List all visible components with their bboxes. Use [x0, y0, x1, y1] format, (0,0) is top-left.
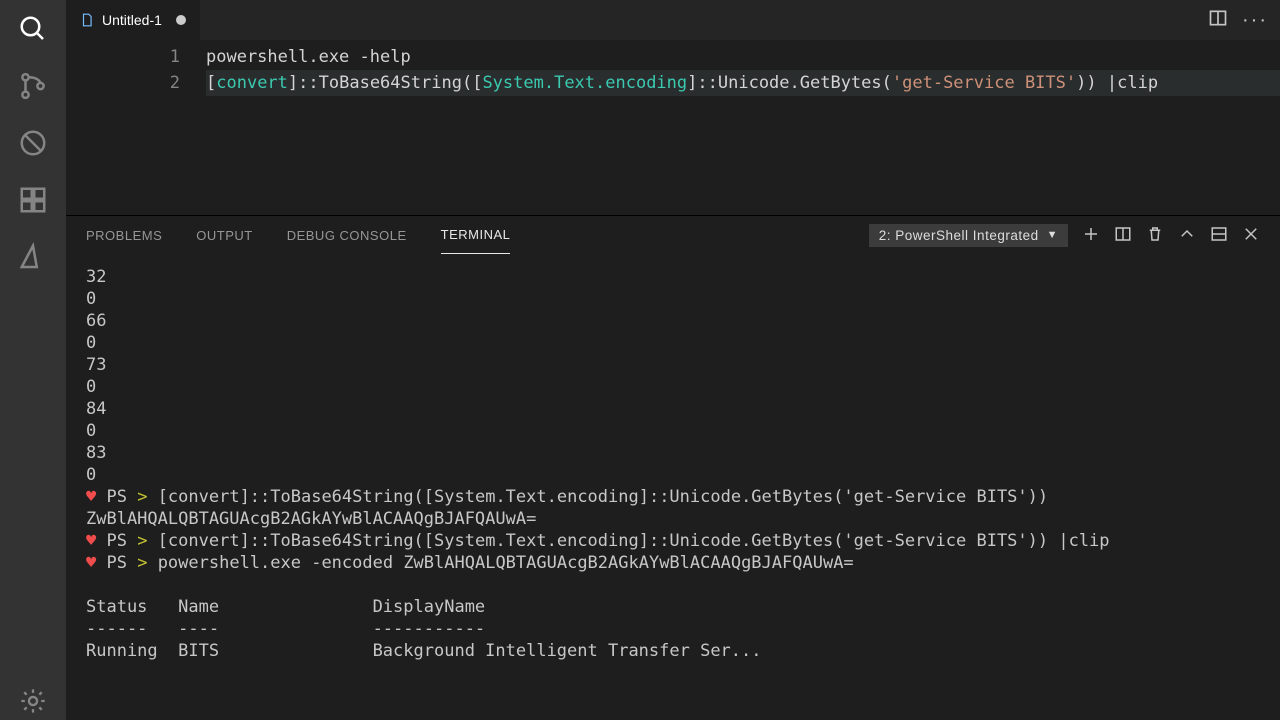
close-panel-icon[interactable]: [1242, 225, 1260, 246]
tab-problems[interactable]: PROBLEMS: [86, 216, 162, 254]
extensions-icon[interactable]: [18, 185, 48, 220]
file-icon: [80, 13, 94, 27]
file-tab-label: Untitled-1: [102, 12, 162, 28]
tab-terminal[interactable]: TERMINAL: [441, 216, 511, 254]
azure-icon[interactable]: [18, 242, 48, 277]
kill-terminal-icon[interactable]: [1146, 225, 1164, 246]
code-editor[interactable]: 1 2 powershell.exe -help [convert]::ToBa…: [66, 40, 1280, 215]
source-control-icon[interactable]: [18, 71, 48, 106]
file-tab-untitled[interactable]: Untitled-1: [66, 0, 200, 40]
dirty-indicator-icon: [176, 15, 186, 25]
editor-tabs: Untitled-1 ···: [66, 0, 1280, 40]
search-icon[interactable]: [18, 14, 48, 49]
more-actions-icon[interactable]: ···: [1238, 9, 1272, 32]
chevron-up-icon[interactable]: [1178, 225, 1196, 246]
code-line-1[interactable]: powershell.exe -help: [206, 44, 1280, 70]
activity-bar: [0, 0, 66, 720]
settings-gear-icon[interactable]: [19, 687, 47, 720]
terminal-selector-label: 2: PowerShell Integrated: [879, 228, 1039, 243]
chevron-down-icon: ▼: [1047, 229, 1058, 241]
new-terminal-icon[interactable]: [1082, 225, 1100, 246]
debug-icon[interactable]: [18, 128, 48, 163]
line-gutter: 1 2: [66, 44, 206, 215]
terminal-selector[interactable]: 2: PowerShell Integrated ▼: [869, 224, 1068, 247]
code-line-2[interactable]: [convert]::ToBase64String([System.Text.e…: [206, 70, 1280, 96]
maximize-panel-icon[interactable]: [1210, 225, 1228, 246]
terminal-output[interactable]: 32 0 66 0 73 0 84 0 83 0 ♥ PS > [convert…: [66, 254, 1280, 720]
tab-debug-console[interactable]: DEBUG CONSOLE: [287, 216, 407, 254]
split-terminal-icon[interactable]: [1114, 225, 1132, 246]
tab-output[interactable]: OUTPUT: [196, 216, 252, 254]
bottom-panel: PROBLEMS OUTPUT DEBUG CONSOLE TERMINAL 2…: [66, 215, 1280, 720]
panel-tabs: PROBLEMS OUTPUT DEBUG CONSOLE TERMINAL 2…: [66, 216, 1280, 254]
split-editor-icon[interactable]: [1208, 8, 1228, 33]
